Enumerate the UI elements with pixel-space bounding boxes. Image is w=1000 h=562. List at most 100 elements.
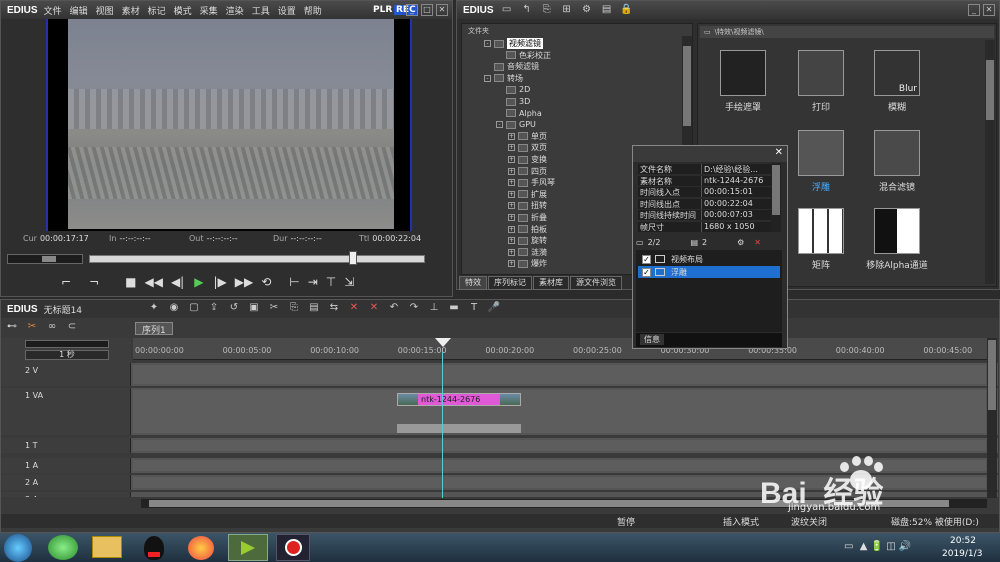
new-icon[interactable]: ▢ <box>187 302 201 314</box>
expand-icon[interactable]: + <box>508 248 515 256</box>
copy-icon[interactable]: ⎘ <box>540 4 554 16</box>
close-icon[interactable]: ✕ <box>436 4 448 16</box>
effect-item[interactable]: 移除Alpha通道 <box>862 208 932 271</box>
expand-icon[interactable]: + <box>508 179 515 187</box>
cut-tool-icon[interactable]: ✂ <box>25 321 39 333</box>
menu-item[interactable]: 模式 <box>174 4 192 17</box>
audio-clip[interactable] <box>397 424 521 433</box>
sync-icon[interactable]: ▬ <box>447 302 461 314</box>
undo-list-icon[interactable]: ↺ <box>227 302 241 314</box>
plr-label[interactable]: PLR <box>373 5 392 15</box>
expand-icon[interactable]: - <box>496 121 503 129</box>
tree-item[interactable]: + 折叠 <box>508 212 547 223</box>
copy-clip-icon[interactable]: ⎘ <box>287 302 301 314</box>
tree-item[interactable]: + 爆炸 <box>508 258 547 269</box>
tree-item[interactable]: + 单页 <box>508 131 547 142</box>
expand-icon[interactable]: + <box>508 225 515 233</box>
tree-item[interactable]: 3D <box>496 96 530 107</box>
effects-tab[interactable]: 特效 <box>459 276 487 290</box>
effect-item[interactable]: 打印 <box>786 50 856 113</box>
tree-item[interactable]: + 拍板 <box>508 224 547 235</box>
step-back-icon[interactable]: ◀| <box>171 275 184 289</box>
sequence-tab[interactable]: 序列1 <box>135 322 173 336</box>
taskbar-firefox[interactable] <box>188 536 214 560</box>
apply-icon[interactable]: ⊞ <box>560 4 574 16</box>
mark-out-icon[interactable]: ¬ <box>89 275 99 289</box>
expand-icon[interactable]: + <box>508 202 515 210</box>
menu-item[interactable]: 素材 <box>122 4 140 17</box>
effects-minimize-icon[interactable]: _ <box>968 4 980 16</box>
effect-item[interactable]: 矩阵 <box>786 208 856 271</box>
taskbar-recorder[interactable] <box>276 534 310 561</box>
insert-icon[interactable]: ⊢ <box>289 275 299 289</box>
tree-item[interactable]: 色彩校正 <box>496 50 551 61</box>
up-folder-icon[interactable]: ↰ <box>520 4 534 16</box>
link-icon[interactable]: ∞ <box>45 321 59 333</box>
info-close-icon[interactable]: ✕ <box>775 147 783 158</box>
menu-item[interactable]: 视图 <box>96 4 114 17</box>
menu-item[interactable]: 文件 <box>44 4 62 17</box>
scale-select[interactable]: 1 秒 <box>25 350 109 360</box>
expand-icon[interactable]: + <box>508 156 515 163</box>
info-scrollbar[interactable] <box>771 163 781 232</box>
undo-icon[interactable]: ↶ <box>387 302 401 314</box>
tree-item[interactable]: + 四页 <box>508 166 547 177</box>
expand-icon[interactable]: - <box>484 40 491 47</box>
playhead-handle[interactable] <box>349 251 357 265</box>
effects-tab[interactable]: 素材库 <box>533 276 569 290</box>
tree-item[interactable]: - 转场 <box>484 73 523 84</box>
expand-icon[interactable]: + <box>508 144 515 152</box>
effect-item[interactable]: 浮雕 <box>786 130 856 193</box>
jog-slider[interactable] <box>7 254 83 264</box>
maximize-icon[interactable]: □ <box>421 4 433 16</box>
export-icon[interactable]: ⇲ <box>344 275 354 289</box>
view-icon[interactable]: ▤ <box>600 4 614 16</box>
filter-list-item[interactable]: ✓ 浮雕 <box>638 266 780 278</box>
menu-item[interactable]: 渲染 <box>226 4 244 17</box>
tree-item[interactable]: + 扭转 <box>508 200 547 211</box>
start-button[interactable] <box>4 534 32 562</box>
tree-item[interactable]: 音频滤镜 <box>484 61 539 72</box>
menu-item[interactable]: 帮助 <box>304 4 322 17</box>
track-view-icon[interactable]: ⊷ <box>5 321 19 333</box>
fast-forward-icon[interactable]: ▶▶ <box>235 275 253 289</box>
video-clip[interactable]: ntk-1244-2676 <box>397 393 521 406</box>
menu-item[interactable]: 工具 <box>252 4 270 17</box>
effect-item[interactable]: 混合滤镜 <box>862 130 932 193</box>
tree-item[interactable]: + 涟漪 <box>508 247 547 258</box>
fx-scrollbar[interactable] <box>985 40 995 284</box>
loop-icon[interactable]: ⟲ <box>261 275 271 289</box>
effects-tab[interactable]: 源文件浏览 <box>570 276 622 290</box>
enable-checkbox[interactable]: ✓ <box>642 267 651 277</box>
group-icon[interactable]: ⊂ <box>65 321 79 333</box>
paste-icon[interactable]: ▤ <box>307 302 321 314</box>
menu-item[interactable]: 设置 <box>278 4 296 17</box>
menu-item[interactable]: 采集 <box>200 4 218 17</box>
info-delete-icon[interactable]: ✕ <box>754 238 761 247</box>
effects-tab[interactable]: 序列标记 <box>488 276 532 290</box>
tree-item[interactable]: 2D <box>496 84 530 95</box>
open-icon[interactable]: ⇪ <box>207 302 221 314</box>
replace-icon[interactable]: ⇆ <box>327 302 341 314</box>
title-icon[interactable]: T <box>467 302 481 314</box>
position-slider[interactable] <box>89 255 425 263</box>
tree-item[interactable]: - GPU <box>496 119 536 130</box>
expand-icon[interactable]: + <box>508 132 515 140</box>
enable-checkbox[interactable]: ✓ <box>642 254 651 264</box>
expand-icon[interactable]: + <box>508 190 515 198</box>
expand-icon[interactable]: + <box>508 167 515 175</box>
overwrite-icon[interactable]: ⇥ <box>308 275 318 289</box>
expand-icon[interactable]: - <box>484 74 491 82</box>
stop-icon[interactable]: ■ <box>125 275 136 289</box>
info-footer-label[interactable]: 信息 <box>640 334 664 345</box>
track-2v-lane[interactable] <box>133 365 986 384</box>
taskbar-browser360[interactable] <box>48 535 78 560</box>
step-forward-icon[interactable]: |▶ <box>213 275 226 289</box>
minimize-icon[interactable]: _ <box>406 4 418 16</box>
tree-item[interactable]: + 扩展 <box>508 189 547 200</box>
menu-item[interactable]: 编辑 <box>70 4 88 17</box>
tray-icons[interactable]: ▭ ▲ 🔋 ◫ 🔊 <box>844 541 930 553</box>
track-1va-lane[interactable] <box>133 390 986 433</box>
marker-icon[interactable]: ⊥ <box>427 302 441 314</box>
tree-item[interactable]: + 手风琴 <box>508 177 555 188</box>
